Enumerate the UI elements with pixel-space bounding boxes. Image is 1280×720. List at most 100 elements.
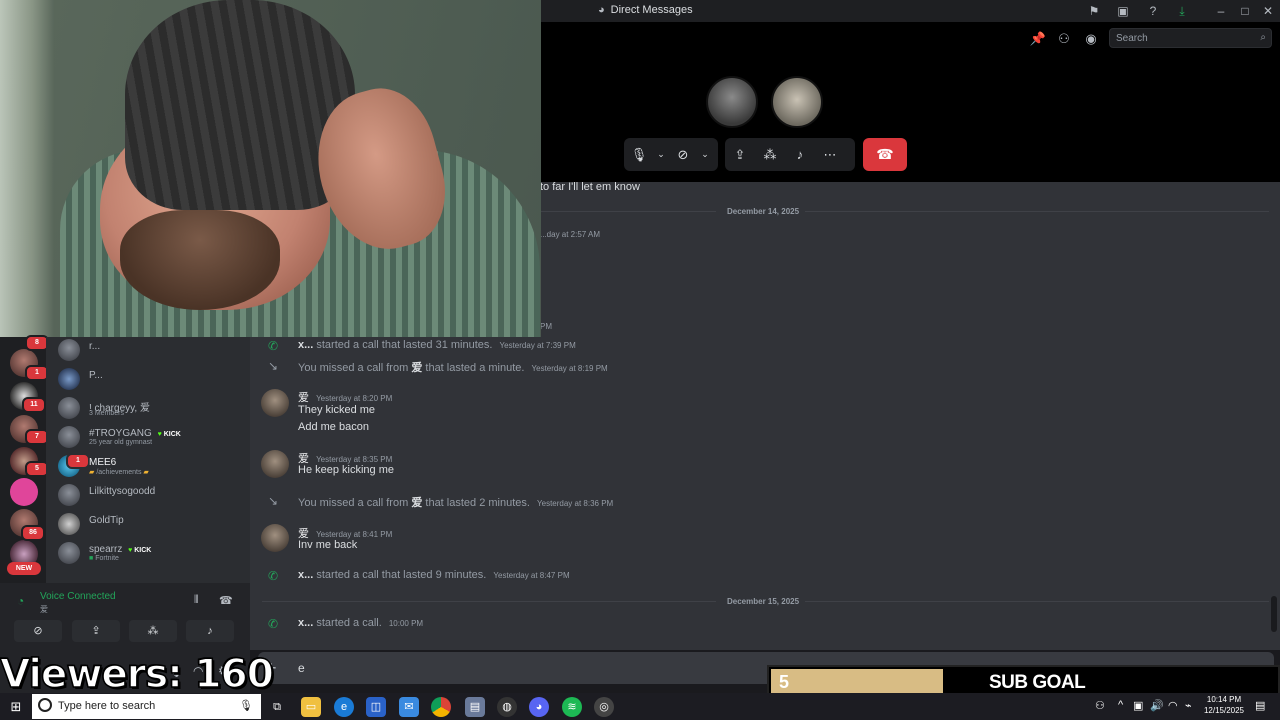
inbox-icon[interactable]: ▣ xyxy=(1115,3,1131,19)
obs-icon[interactable]: ◍ xyxy=(497,697,517,717)
avatar[interactable] xyxy=(261,389,289,417)
dm-subtitle: ■ Fortnite xyxy=(89,555,119,562)
new-badge[interactable]: NEW xyxy=(7,562,41,575)
dm-item[interactable]: r... xyxy=(58,337,246,365)
call-event: x... started a call. 10:00 PM xyxy=(298,617,423,629)
kick-badge: ♥ KICK xyxy=(158,431,181,438)
edge-icon[interactable]: e xyxy=(334,697,354,717)
soundboard-button[interactable]: ♪ xyxy=(186,620,234,642)
username[interactable]: 爱 xyxy=(411,362,422,374)
dm-name: GoldTip xyxy=(89,515,124,526)
help-icon[interactable]: ? xyxy=(1145,3,1161,19)
username[interactable]: x... xyxy=(298,617,313,629)
message-timestamp: Yesterday at 8:47 PM xyxy=(493,571,570,580)
dm-item[interactable]: GoldTip xyxy=(58,511,246,539)
pin-icon[interactable]: 📌 xyxy=(1029,30,1047,48)
download-icon[interactable]: ⤓ xyxy=(1174,3,1190,19)
dm-item[interactable]: P... xyxy=(58,366,246,394)
microphone-icon[interactable]: 🎙 xyxy=(239,699,253,712)
voice-status[interactable]: Voice Connected xyxy=(40,591,116,602)
chrome-icon[interactable] xyxy=(431,697,451,717)
mail-icon[interactable]: ✉ xyxy=(399,697,419,717)
avatar xyxy=(58,513,80,535)
scrollbar[interactable] xyxy=(1271,596,1277,632)
maximize-button[interactable]: □ xyxy=(1237,3,1253,19)
activities-button[interactable]: ⁂ xyxy=(129,620,177,642)
dm-subtitle-text: Fortnite xyxy=(95,555,119,562)
username[interactable]: 爱 xyxy=(298,392,309,404)
dm-subtitle-text: /achievements xyxy=(96,469,142,476)
avatar[interactable] xyxy=(261,450,289,478)
wifi-icon[interactable]: ◠ xyxy=(1168,699,1178,712)
phone-icon: ✆ xyxy=(268,569,279,583)
volume-icon[interactable]: 🔊 xyxy=(1150,699,1164,712)
message-text: Add me bacon xyxy=(298,421,369,433)
missed-call-icon: ↘ xyxy=(268,359,279,373)
webcam-beard xyxy=(120,210,280,310)
avatar xyxy=(58,542,80,564)
task-view-icon[interactable]: ⧉ xyxy=(267,697,287,717)
dm-name: r... xyxy=(89,341,101,352)
network-icon[interactable]: ⌁ xyxy=(1185,699,1192,712)
user-profile-icon[interactable]: ◉ xyxy=(1082,30,1100,48)
people-icon[interactable]: ⚇ xyxy=(1095,699,1105,712)
avatar[interactable] xyxy=(261,524,289,552)
dm-item[interactable]: #TROYGANG ♥ KICK 25 year old gymnast xyxy=(58,424,246,452)
mic-camera-controls: 🎙 ⌄ ⊘ ⌄ xyxy=(624,138,718,171)
dm-item[interactable]: spearrz ♥ KICK ■ Fortnite xyxy=(58,540,246,568)
app-icon[interactable]: ◎ xyxy=(594,697,614,717)
call-participant-avatar[interactable] xyxy=(706,76,758,128)
chevron-up-icon[interactable]: ^ xyxy=(1118,699,1123,711)
signal-icon[interactable]: ◔ xyxy=(17,594,24,608)
server-icon[interactable] xyxy=(10,478,38,506)
dm-name: Lilkittysogoodd xyxy=(89,486,156,497)
disconnect-call-button[interactable]: ☎ xyxy=(863,138,907,171)
file-explorer-icon[interactable]: ▭ xyxy=(301,697,321,717)
divider xyxy=(262,601,716,602)
taskbar-search-input[interactable]: Type here to search 🎙 xyxy=(32,694,261,719)
more-options-icon[interactable]: ⋯ xyxy=(815,138,845,171)
chevron-down-icon[interactable]: ⌄ xyxy=(698,138,712,171)
tray-app-icon[interactable]: ▣ xyxy=(1133,699,1143,712)
system-clock[interactable]: 10:14 PM 12/15/2025 xyxy=(1196,694,1252,716)
call-actions: ⇪ ⁂ ♪ ⋯ xyxy=(725,138,855,171)
dm-name: P... xyxy=(89,370,103,381)
add-friend-icon[interactable]: ⚇ xyxy=(1055,30,1073,48)
message-input-value: e xyxy=(298,661,305,675)
dm-item[interactable]: Lilkittysogoodd xyxy=(58,482,246,510)
camera-toggle-button[interactable]: ⊘ xyxy=(14,620,62,642)
search-icon: ⌕ xyxy=(1260,32,1266,43)
search-input[interactable]: Search ⌕ xyxy=(1109,28,1272,48)
username[interactable]: 爱 xyxy=(411,497,422,509)
windows-start-icon[interactable]: ⊞ xyxy=(0,693,32,720)
app-icon[interactable]: ▤ xyxy=(465,697,485,717)
discord-icon[interactable]: ◕ xyxy=(529,697,549,717)
spotify-icon[interactable]: ≋ xyxy=(562,697,582,717)
dm-item[interactable]: 1 MEE6 ▰ /achievements ▰ xyxy=(58,453,246,481)
event-text: You missed a call from xyxy=(298,497,409,509)
disconnect-icon[interactable]: ☎ xyxy=(219,594,233,607)
close-button[interactable]: ✕ xyxy=(1260,3,1276,19)
kick-label: KICK xyxy=(134,547,152,554)
camera-off-icon[interactable]: ⊘ xyxy=(668,138,698,171)
microphone-icon[interactable]: 🎙 xyxy=(624,138,654,171)
phone-icon: ✆ xyxy=(268,617,279,631)
notifications-icon[interactable]: ▤ xyxy=(1255,699,1265,712)
activities-icon[interactable]: ⁂ xyxy=(755,138,785,171)
inbox-flag-icon[interactable]: ⚑ xyxy=(1086,3,1102,19)
avatar xyxy=(58,339,80,361)
call-participant-avatar[interactable] xyxy=(771,76,823,128)
store-icon[interactable]: ◫ xyxy=(366,697,386,717)
dm-item[interactable]: ! chargeyy, 爱 3 Members xyxy=(58,395,246,423)
screen-share-icon[interactable]: ⇪ xyxy=(725,138,755,171)
notification-badge: 1 xyxy=(66,453,90,469)
screen-share-button[interactable]: ⇪ xyxy=(72,620,120,642)
camera-off-icon: ⊘ xyxy=(33,625,43,637)
username[interactable]: x... xyxy=(298,569,313,581)
minimize-button[interactable]: – xyxy=(1213,3,1229,19)
chevron-down-icon[interactable]: ⌄ xyxy=(654,138,668,171)
noise-suppression-icon[interactable]: ⫴ xyxy=(194,594,199,607)
username[interactable]: x... xyxy=(298,339,313,351)
event-text: You missed a call from xyxy=(298,362,409,374)
soundboard-icon[interactable]: ♪ xyxy=(785,138,815,171)
